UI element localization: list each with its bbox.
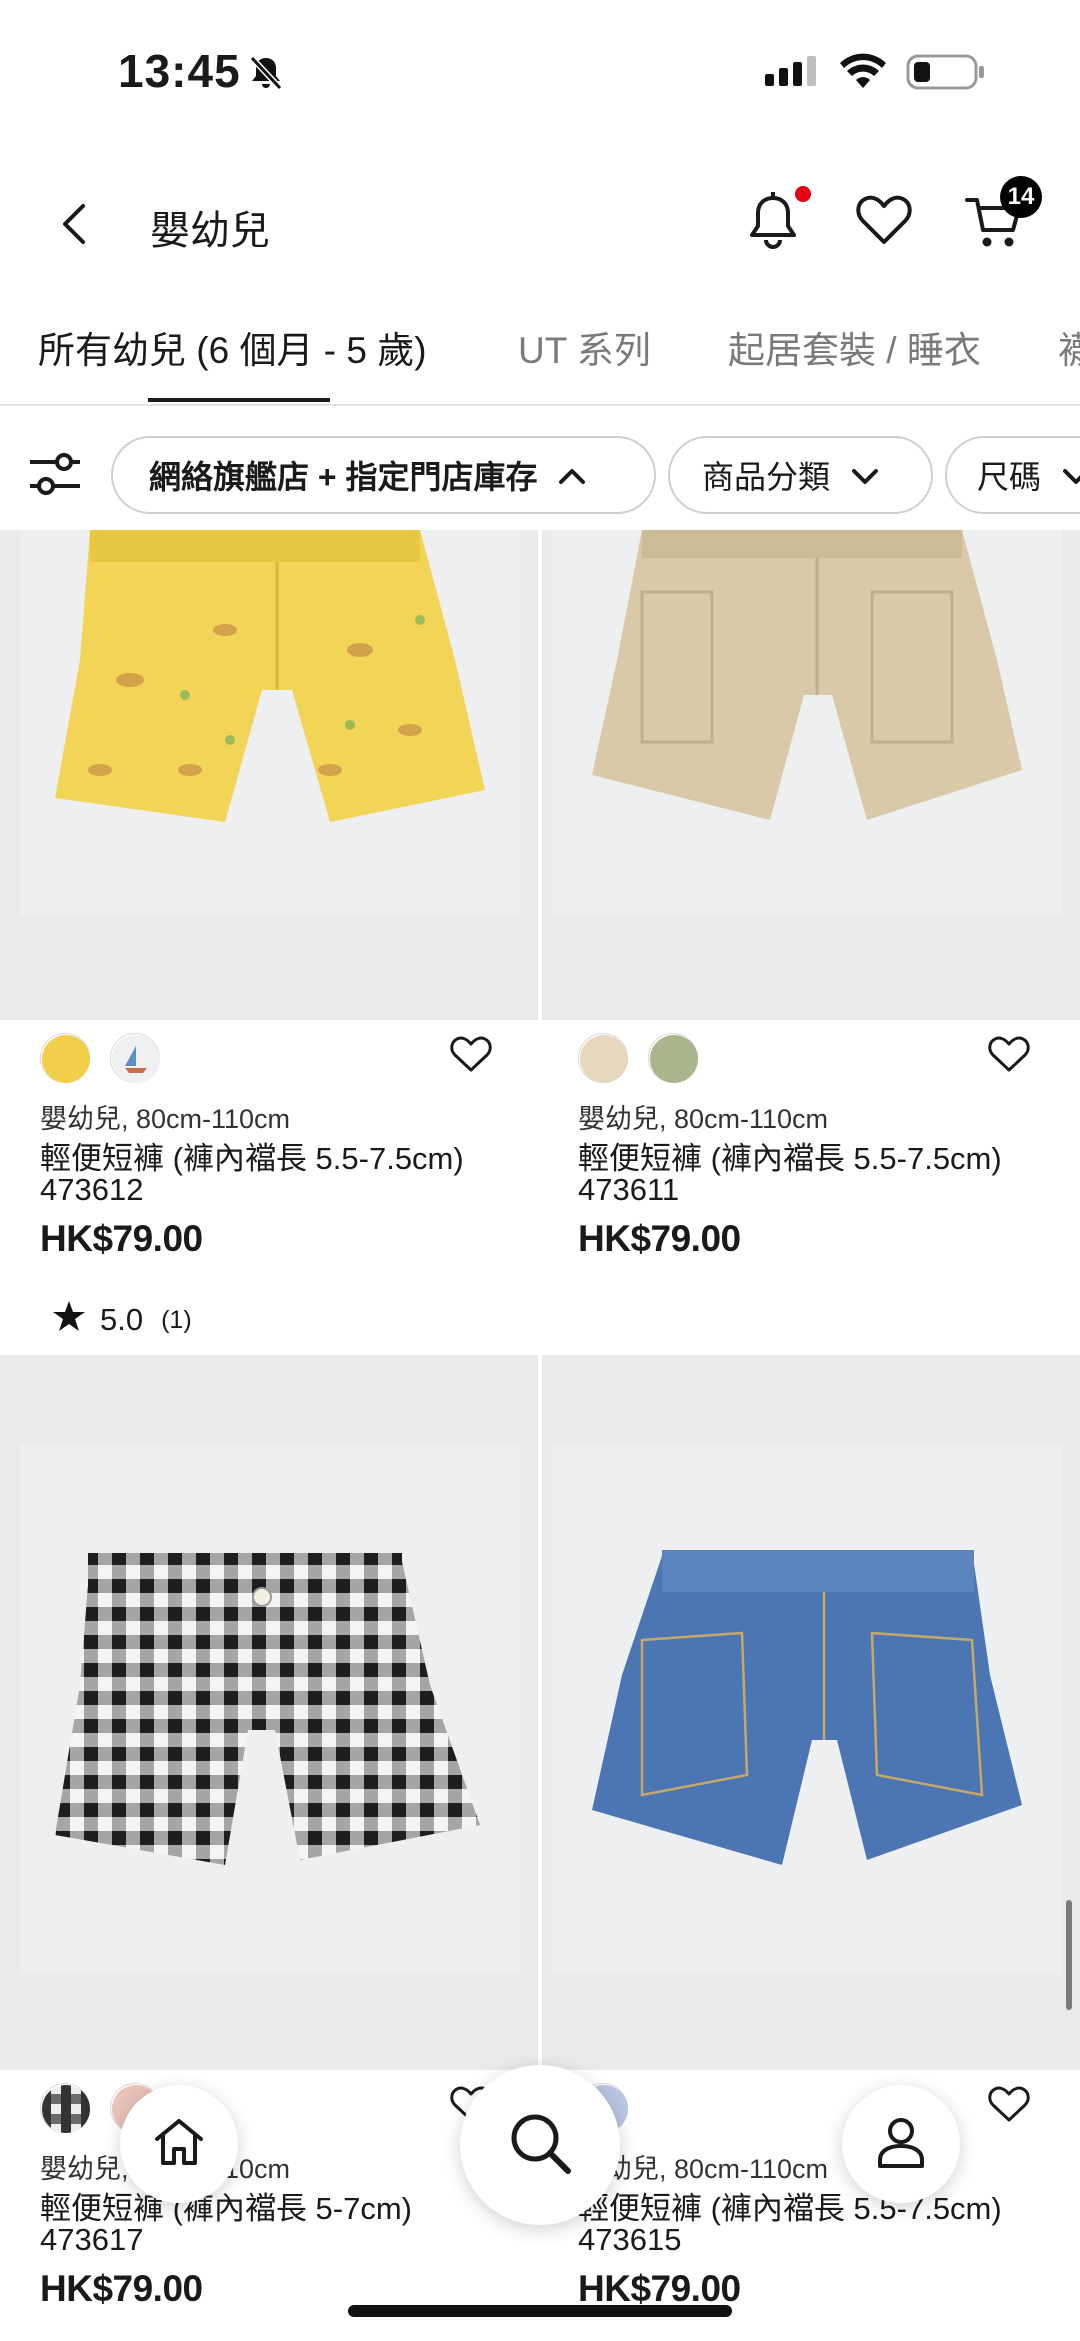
product-code: 473615 xyxy=(578,2222,682,2257)
cart-count-badge: 14 xyxy=(1000,176,1042,218)
product-price: HK$79.00 xyxy=(578,1218,741,1259)
filter-chip-size[interactable]: 尺碼 xyxy=(945,436,1080,514)
status-time: 13:45 xyxy=(118,45,241,97)
filter-sliders-icon[interactable] xyxy=(28,450,82,503)
filter-chip-label: 尺碼 xyxy=(977,459,1042,495)
product-rating: 5.0 (1) xyxy=(52,1300,192,1340)
rating-value: 5.0 xyxy=(100,1302,144,1337)
color-swatch[interactable] xyxy=(40,2083,90,2133)
product-image-gingham-shorts[interactable] xyxy=(0,1355,538,2070)
home-icon xyxy=(153,2117,205,2172)
active-tab-indicator xyxy=(148,398,330,402)
add-to-wishlist-heart-icon[interactable] xyxy=(450,1036,492,1079)
product-code: 473617 xyxy=(40,2222,144,2257)
product-image-denim-shorts[interactable] xyxy=(542,1355,1080,2070)
search-icon xyxy=(508,2111,572,2180)
product-category: 嬰幼兒, 80cm-110cm xyxy=(40,1104,291,1134)
wishlist-heart-icon[interactable] xyxy=(855,194,913,253)
product-image-beige-shorts[interactable] xyxy=(542,530,1080,1020)
product-price: HK$79.00 xyxy=(40,1218,203,1259)
color-swatch[interactable] xyxy=(578,1033,628,1083)
product-price: HK$79.00 xyxy=(578,2268,741,2309)
product-image-yellow-shorts[interactable] xyxy=(0,530,538,1020)
chevron-up-icon xyxy=(557,457,587,494)
user-icon xyxy=(876,2116,926,2173)
color-swatch[interactable] xyxy=(40,1033,90,1083)
tab-ut-series[interactable]: UT 系列 xyxy=(518,320,651,374)
tab-all-kids[interactable]: 所有幼兒 (6 個月 - 5 歲) xyxy=(38,320,427,374)
product-price: HK$79.00 xyxy=(40,2268,203,2309)
product-code: 473611 xyxy=(578,1172,680,1207)
scrollbar-thumb[interactable] xyxy=(1066,1900,1072,2010)
nav-account-button[interactable] xyxy=(842,2085,960,2203)
wifi-icon xyxy=(838,52,888,95)
back-arrow-icon[interactable] xyxy=(55,200,95,253)
app-header: 嬰幼兒 14 xyxy=(0,170,1080,280)
add-to-wishlist-heart-icon[interactable] xyxy=(988,2086,1030,2129)
filter-chip-category[interactable]: 商品分類 xyxy=(668,436,933,514)
cellular-signal-icon xyxy=(765,56,821,93)
filter-chip-store-stock[interactable]: 網絡旗艦店 + 指定門店庫存 xyxy=(111,436,656,514)
battery-icon xyxy=(906,52,986,97)
nav-home-button[interactable] xyxy=(120,2085,238,2203)
tab-loungewear[interactable]: 起居套裝 / 睡衣 xyxy=(728,320,981,374)
filter-chip-label: 商品分類 xyxy=(702,459,831,495)
category-tabs: 所有幼兒 (6 個月 - 5 歲) UT 系列 起居套裝 / 睡衣 襪 xyxy=(0,300,1080,406)
color-swatch[interactable] xyxy=(648,1033,698,1083)
page-title: 嬰幼兒 xyxy=(150,209,270,253)
chevron-down-icon xyxy=(1061,457,1080,494)
nav-search-button[interactable] xyxy=(460,2065,620,2225)
tab-socks[interactable]: 襪 xyxy=(1058,320,1080,374)
product-category: 嬰幼兒, 80cm-110cm xyxy=(578,1104,829,1134)
color-swatch[interactable] xyxy=(110,1033,160,1083)
product-code: 473612 xyxy=(40,1172,144,1207)
rating-count: (1) xyxy=(161,1305,192,1334)
home-indicator[interactable] xyxy=(348,2305,732,2317)
add-to-wishlist-heart-icon[interactable] xyxy=(988,1036,1030,1079)
filter-bar: 網絡旗艦店 + 指定門店庫存 商品分類 尺碼 xyxy=(0,420,1080,530)
mute-bell-icon xyxy=(246,52,286,97)
star-icon xyxy=(52,1300,86,1340)
chevron-down-icon xyxy=(850,457,880,494)
status-bar: 13:45 xyxy=(0,0,1080,150)
notification-bell-icon[interactable] xyxy=(745,190,801,257)
filter-chip-label: 網絡旗艦店 + 指定門店庫存 xyxy=(149,459,538,495)
notification-dot xyxy=(795,186,811,202)
